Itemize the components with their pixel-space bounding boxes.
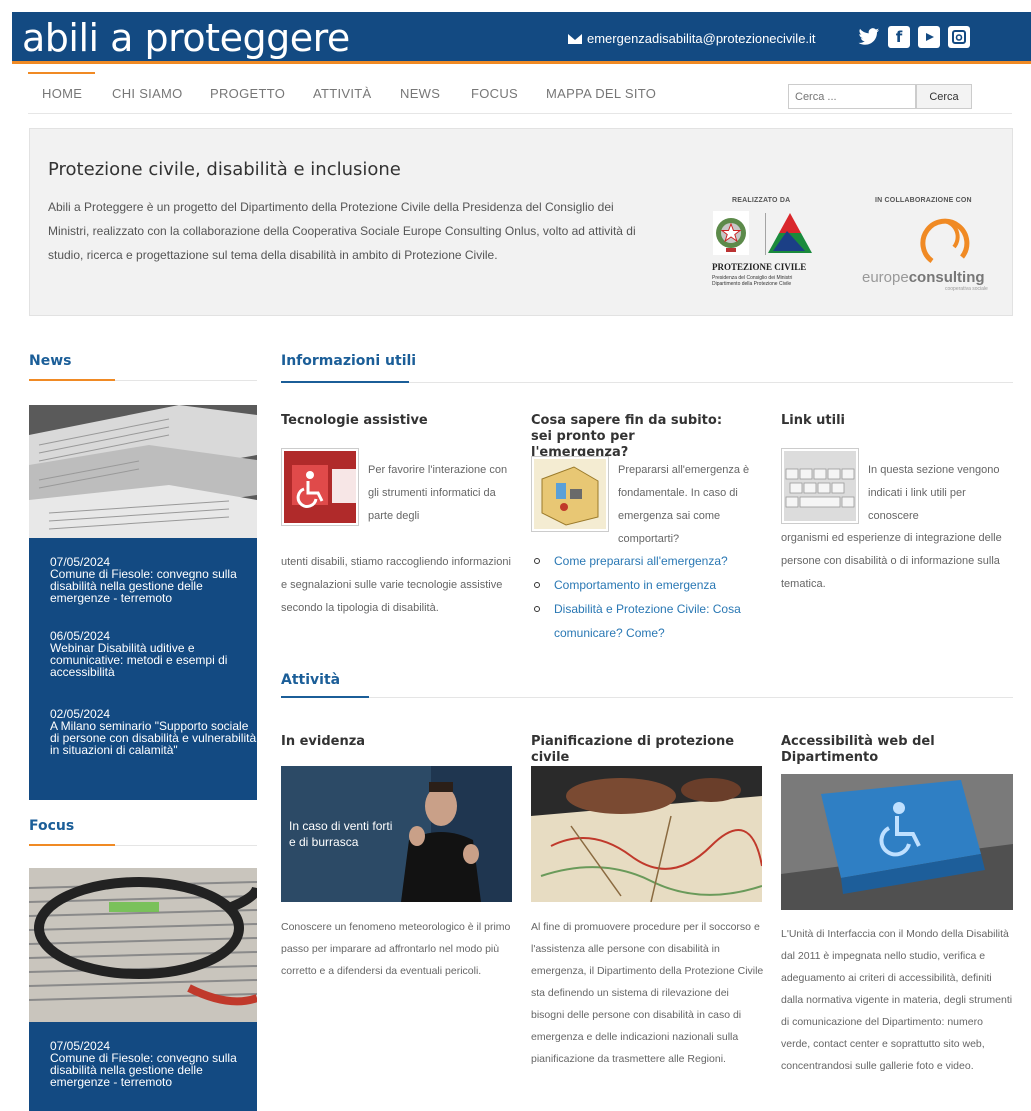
link-comportamento-emergenza[interactable]: Comportamento in emergenza <box>531 573 763 597</box>
attivita-title-accent <box>281 696 369 698</box>
in-evidenza-text: Conoscere un fenomeno meteorologico è il… <box>281 921 511 977</box>
focus-headline[interactable]: Comune di Fiesole: convegno sulla disabi… <box>50 1052 257 1088</box>
nav-item-attivita[interactable]: ATTIVITÀ <box>313 86 372 101</box>
link-utili-title[interactable]: Link utili <box>781 413 1011 429</box>
link-come-prepararsi[interactable]: Come prepararsi all'emergenza? <box>531 549 763 573</box>
nav-active-indicator <box>28 72 95 74</box>
header-email[interactable]: emergenzadisabilita@protezionecivile.it <box>568 31 816 46</box>
news-item[interactable]: 07/05/2024 Comune di Fiesole: convegno s… <box>50 556 257 604</box>
intro-box: Protezione civile, disabilità e inclusio… <box>29 128 1013 316</box>
news-item[interactable]: 06/05/2024 Webinar Disabilità uditive e … <box>50 630 257 678</box>
search-button[interactable]: Cerca <box>916 84 972 109</box>
news-image-newspapers[interactable] <box>29 405 257 538</box>
sei-pronto-text: Prepararsi all'emergenza è fondamentale.… <box>618 464 750 545</box>
focus-title-accent <box>29 844 115 846</box>
protezione-civile-name: PROTEZIONE CIVILE <box>712 262 807 272</box>
news-item[interactable]: 02/05/2024 A Milano seminario "Supporto … <box>50 708 257 756</box>
news-headline[interactable]: Comune di Fiesole: convegno sulla disabi… <box>50 568 257 604</box>
italy-emblem-icon <box>713 211 749 255</box>
focus-list-panel: 07/05/2024 Comune di Fiesole: convegno s… <box>29 1022 257 1111</box>
focus-section-title[interactable]: Focus <box>29 818 74 834</box>
realizzato-label: REALIZZATO DA <box>732 197 791 204</box>
in-evidenza-title[interactable]: In evidenza <box>281 734 511 750</box>
pianificazione-image[interactable] <box>531 766 762 902</box>
facebook-icon[interactable]: f <box>888 26 910 48</box>
link-disabilita-protezione-civile[interactable]: Disabilità e Protezione Civile: Cosa com… <box>531 597 763 645</box>
europe-consulting-name: europeconsulting <box>862 269 985 286</box>
tecnologie-assistive-thumb[interactable] <box>281 448 359 526</box>
in-evidenza-overlay-text: In caso di venti forti e di burrasca <box>289 819 393 849</box>
email-link[interactable]: emergenzadisabilita@protezionecivile.it <box>587 31 816 46</box>
nav-item-news[interactable]: NEWS <box>400 86 440 101</box>
sei-pronto-title[interactable]: Cosa sapere fin da subito: sei pronto pe… <box>531 413 731 461</box>
accessibilita-web-title[interactable]: Accessibilità web del Dipartimento <box>781 734 981 766</box>
link-utili-text-1: In questa sezione vengono indicati i lin… <box>868 464 1000 522</box>
news-list-panel: 07/05/2024 Comune di Fiesole: convegno s… <box>29 538 257 800</box>
tecnologie-assistive-text-1: Per favorire l'interazione con gli strum… <box>368 464 508 522</box>
nav-item-progetto[interactable]: PROGETTO <box>210 86 285 101</box>
protezione-civile-logo <box>764 211 815 255</box>
sei-pronto-thumb[interactable] <box>531 456 609 532</box>
social-links: f <box>858 26 970 48</box>
info-title-accent <box>281 381 409 383</box>
nav-item-mappa-del-sito[interactable]: MAPPA DEL SITO <box>546 86 656 101</box>
sei-pronto-links: Come prepararsi all'emergenza? Comportam… <box>531 549 763 645</box>
europe-consulting-subtitle: cooperativa sociale <box>945 286 988 292</box>
instagram-icon[interactable] <box>948 26 970 48</box>
attivita-title-divider <box>281 697 1013 698</box>
link-utili-thumb[interactable] <box>781 448 859 524</box>
nav-item-focus[interactable]: FOCUS <box>471 86 518 101</box>
twitter-icon[interactable] <box>858 26 880 48</box>
link-utili-text-2: organismi ed esperienze di integrazione … <box>781 532 1002 590</box>
focus-image-glasses[interactable] <box>29 868 257 1022</box>
site-header: abili a proteggere emergenzadisabilita@p… <box>12 12 1031 64</box>
nav-item-chi-siamo[interactable]: CHI SIAMO <box>112 86 183 101</box>
page: abili a proteggere emergenzadisabilita@p… <box>0 0 1031 1111</box>
news-title-accent <box>29 379 115 381</box>
ec-name-europe: europe <box>862 269 909 286</box>
envelope-icon <box>568 33 582 44</box>
protezione-civile-subtitle: Presidenza del Consiglio dei Ministri Di… <box>712 275 793 287</box>
search-input[interactable] <box>788 84 916 109</box>
news-section-title[interactable]: News <box>29 353 71 369</box>
youtube-icon[interactable] <box>918 26 940 48</box>
tecnologie-assistive-title[interactable]: Tecnologie assistive <box>281 413 511 429</box>
nav-item-home[interactable]: HOME <box>42 86 82 101</box>
collab-label: IN COLLABORAZIONE CON <box>875 197 972 204</box>
focus-item[interactable]: 07/05/2024 Comune di Fiesole: convegno s… <box>50 1040 257 1088</box>
accessibilita-web-image[interactable] <box>781 774 1013 910</box>
pianificazione-text: Al fine di promuovere procedure per il s… <box>531 921 764 1065</box>
tecnologie-assistive-text-2: utenti disabili, stiamo raccogliendo inf… <box>281 556 511 614</box>
accessibilita-web-text: L'Unità di Interfaccia con il Mondo dell… <box>781 928 1013 1072</box>
site-logo[interactable]: abili a proteggere <box>22 16 350 60</box>
intro-title: Protezione civile, disabilità e inclusio… <box>48 159 401 180</box>
in-evidenza-image[interactable]: In caso di venti forti e di burrasca <box>281 766 512 902</box>
pianificazione-title[interactable]: Pianificazione di protezione civile <box>531 734 771 766</box>
intro-text: Abili a Proteggere è un progetto del Dip… <box>48 200 636 262</box>
news-headline[interactable]: A Milano seminario "Supporto sociale di … <box>50 720 257 756</box>
info-section-title: Informazioni utili <box>281 353 417 369</box>
ec-name-consulting: consulting <box>908 269 985 286</box>
attivita-section-title: Attività <box>281 672 341 688</box>
news-headline[interactable]: Webinar Disabilità uditive e comunicativ… <box>50 642 257 678</box>
